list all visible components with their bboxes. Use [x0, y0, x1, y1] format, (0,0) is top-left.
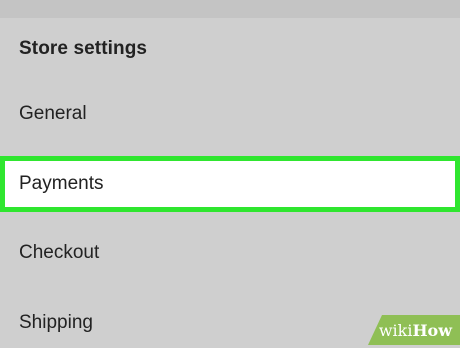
menu-item-general[interactable]: General	[0, 89, 460, 139]
wikihow-watermark-logo: wiki How	[368, 315, 460, 345]
menu-item-payments[interactable]: Payments	[0, 156, 460, 212]
menu-item-label: Checkout	[19, 242, 100, 263]
top-bar	[0, 0, 460, 18]
menu-item-checkout[interactable]: Checkout	[0, 228, 460, 278]
watermark-suffix: How	[412, 320, 452, 340]
section-title-store-settings: Store settings	[19, 38, 148, 59]
menu-item-label: Shipping	[19, 312, 93, 333]
watermark-prefix: wiki	[378, 320, 413, 340]
menu-item-label: Payments	[19, 173, 104, 194]
menu-item-label: General	[19, 103, 87, 124]
